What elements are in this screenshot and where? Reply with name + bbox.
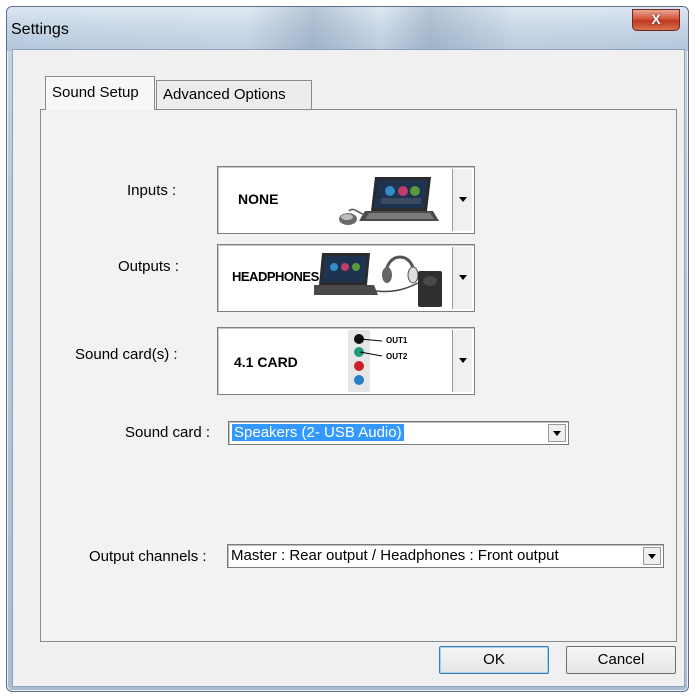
ok-button[interactable]: OK (439, 646, 549, 674)
outputs-picker-face: HEADPHONES (220, 247, 450, 309)
dialog-client: Sound Setup Advanced Options Inputs : NO… (12, 49, 685, 687)
inputs-dropdown-button[interactable] (452, 169, 472, 231)
output-channels-value: Master : Rear output / Headphones : Fron… (231, 547, 559, 564)
outputs-picker[interactable]: HEADPHONES (217, 244, 475, 312)
inputs-picker-face: NONE (220, 169, 450, 231)
chevron-down-icon (459, 197, 467, 202)
soundcards-picker-face: 4.1 CARD OUT1 OUT2 (220, 330, 450, 392)
output-channels-label: Output channels : (89, 548, 207, 565)
cancel-button[interactable]: Cancel (566, 646, 676, 674)
laptop-mouse-icon (339, 177, 439, 225)
close-button[interactable]: X (632, 9, 680, 31)
title-bar[interactable]: Settings X (7, 7, 688, 51)
chevron-down-icon (553, 431, 561, 436)
outputs-dropdown-button[interactable] (452, 247, 472, 309)
soundcards-label: Sound card(s) : (75, 346, 178, 363)
chevron-down-icon (459, 275, 467, 280)
settings-window: Settings X Sound Setup Advanced Options … (6, 6, 689, 692)
soundcards-value: 4.1 CARD (234, 354, 298, 370)
close-icon: X (651, 11, 661, 27)
soundcard-value: Speakers (2- USB Audio) (232, 424, 404, 441)
out2-label: OUT2 (386, 352, 408, 361)
laptop-headphones-speaker-icon (314, 253, 442, 307)
tab-panel-sound-setup: Inputs : NONE Outputs: HEADPHONES Sound… (40, 109, 677, 642)
soundcards-picker[interactable]: 4.1 CARD OUT1 OUT2 (217, 327, 475, 395)
inputs-picker[interactable]: NONE (217, 166, 475, 234)
out1-label: OUT1 (386, 336, 408, 345)
output-channels-select[interactable]: Master : Rear output / Headphones : Fron… (227, 544, 664, 568)
window-title: Settings (11, 21, 69, 38)
output-channels-dropdown-button[interactable] (643, 547, 661, 565)
inputs-value: NONE (238, 191, 279, 207)
outputs-value: HEADPHONES (232, 269, 319, 284)
chevron-down-icon (459, 358, 467, 363)
soundcards-dropdown-button[interactable] (452, 330, 472, 392)
tab-advanced-options[interactable]: Advanced Options (156, 80, 312, 110)
soundcard-select[interactable]: Speakers (2- USB Audio) (228, 421, 569, 445)
chevron-down-icon (648, 554, 656, 559)
soundcard-dropdown-button[interactable] (548, 424, 566, 442)
soundcard-label: Sound card : (125, 424, 211, 441)
outputs-label: Outputs : (118, 258, 179, 275)
tab-sound-setup[interactable]: Sound Setup (45, 76, 155, 110)
inputs-label: Inputs : (127, 182, 177, 199)
